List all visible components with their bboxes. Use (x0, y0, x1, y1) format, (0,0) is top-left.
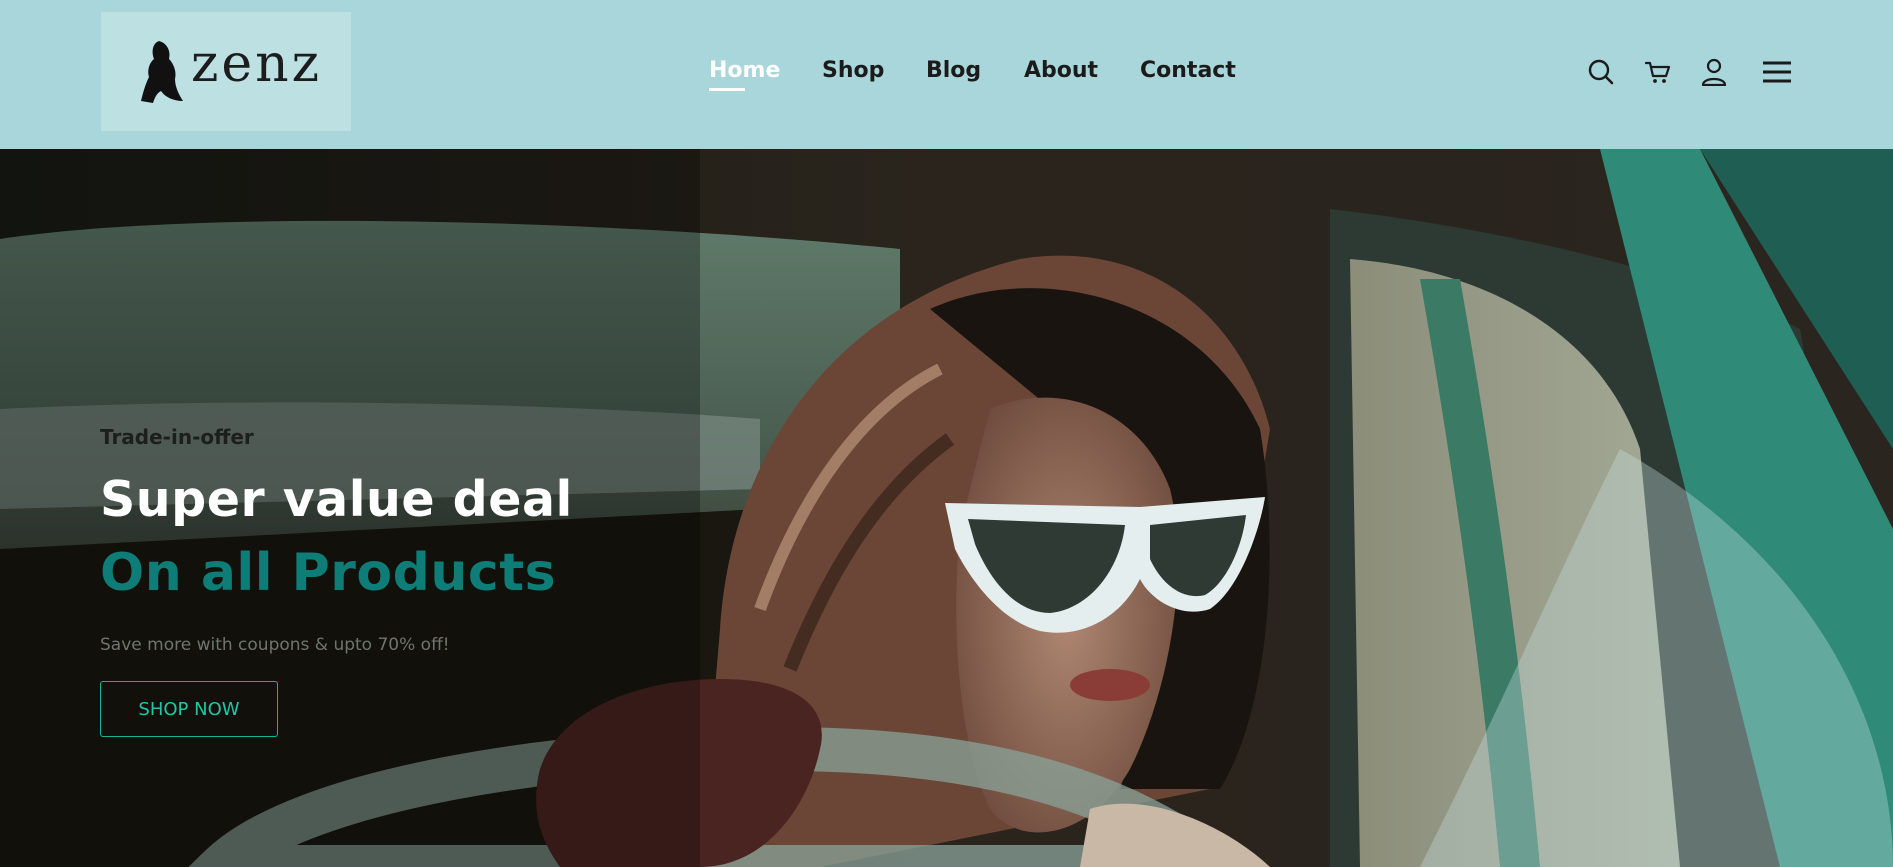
nav-home[interactable]: Home (709, 58, 780, 83)
cart-icon[interactable] (1644, 58, 1672, 86)
nav-contact[interactable]: Contact (1140, 58, 1236, 83)
hero-eyebrow: Trade-in-offer (100, 425, 254, 449)
nav-about[interactable]: About (1024, 58, 1098, 83)
nav-blog[interactable]: Blog (926, 58, 981, 83)
hero-subtext: Save more with coupons & upto 70% off! (100, 635, 450, 655)
active-nav-indicator (709, 88, 745, 91)
site-header: zenz Home Shop Blog About Contact (0, 0, 1893, 149)
hero-headline: Super value deal (100, 471, 573, 528)
hero-headline-accent: On all Products (100, 543, 557, 603)
shop-now-button[interactable]: SHOP NOW (100, 681, 278, 737)
nav-shop[interactable]: Shop (822, 58, 884, 83)
menu-icon[interactable] (1762, 58, 1792, 86)
hero-banner: Trade-in-offer Super value deal On all P… (0, 149, 1893, 867)
user-icon[interactable] (1700, 58, 1728, 87)
search-icon[interactable] (1587, 58, 1615, 86)
